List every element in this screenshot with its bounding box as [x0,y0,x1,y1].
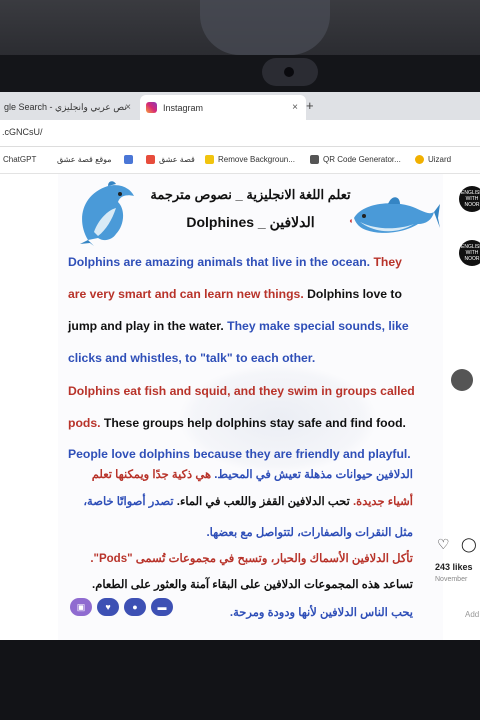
webcam [262,58,318,86]
background-person [200,0,330,55]
tab-google-search[interactable]: gle Search - نص عربي وانجليزي × [0,95,139,120]
arabic-line-4: تأكل الدلافين الأسماك والحبار، وتسبح في … [90,553,413,565]
arabic-line-2: أشياء جديدة. تحب الدلافين القفز واللعب ف… [83,496,413,508]
english-line-7: People love dolphins because they are fr… [68,447,411,461]
heart-icon[interactable]: ♥ [97,598,119,616]
profile-avatar[interactable]: ENGLISH WITH NOOR [459,186,480,212]
bookmark-story-site[interactable]: موقع قصة عشق [57,155,112,164]
dolphin-left-illustration [80,181,134,246]
bookmark-uizard[interactable]: Uizard [415,155,451,164]
comment-icon[interactable]: ▬ [151,598,173,616]
monitor-bezel [0,55,480,95]
bookmark-chatgpt[interactable]: ChatGPT [3,155,36,164]
url-text: .cGNCsU/ [2,127,43,137]
uizard-icon [415,155,424,164]
like-icon[interactable]: ♡ [437,536,450,553]
tab-instagram[interactable]: Instagram × [140,95,306,120]
english-line-4: clicks and whistles, to "talk" to each o… [68,351,316,365]
monitor-bottom-bezel [0,640,480,720]
dolphin-right-illustration [349,197,440,233]
browser-window: gle Search - نص عربي وانجليزي × Instagra… [0,92,480,640]
left-margin [0,174,58,640]
tab-bar: gle Search - نص عربي وانجليزي × Instagra… [0,92,480,120]
bookmark-remove-background[interactable]: Remove Backgroun... [205,155,295,164]
english-line-3: jump and play in the water. They make sp… [68,319,409,333]
english-line-5: Dolphins eat fish and squid, and they sw… [68,384,415,398]
post-image[interactable]: تعلم اللغة الانجليزية _ نصوص مترجمة Dolp… [58,174,443,640]
bookmark-story[interactable]: قصة عشق [146,155,195,164]
arabic-line-1: الدلافين حيوانات مذهلة تعيش في المحيط. ه… [91,469,413,481]
translate-icon [124,155,133,164]
bookmark-icon [205,155,214,164]
tab-label: Instagram [163,102,204,113]
comment-bubble-icon[interactable]: ◯ [461,536,477,553]
background-room [0,0,480,60]
english-line-1: Dolphins are amazing animals that live i… [68,255,402,269]
user-icon[interactable]: ● [124,598,146,616]
likes-count: 243 likes [435,562,473,572]
arabic-line-3: مثل النقرات والصفارات، لتتواصل مع بعضها. [206,527,413,539]
qr-icon [310,155,319,164]
bookmarks-bar: ChatGPT موقع قصة عشق قصة عشق Remove Back… [0,147,480,174]
comment-avatar[interactable]: ENGLISH WITH NOOR [459,240,480,266]
user-avatar[interactable] [451,369,473,391]
tab-label: gle Search - نص عربي وانجليزي [4,102,127,112]
address-bar[interactable]: .cGNCsU/ [0,120,480,147]
right-sidebar: ENGLISH WITH NOOR ENGLISH WITH NOOR ♡ ◯ … [435,174,480,640]
post-action-icons: ▣ ♥ ● ▬ [70,598,173,616]
bookmark-translate[interactable] [124,155,137,164]
bookmark-qr-code[interactable]: QR Code Generator... [310,155,401,164]
close-icon[interactable]: × [125,102,131,113]
add-comment-input[interactable]: Add [465,610,479,619]
reel-icon[interactable]: ▣ [70,598,92,616]
new-tab-button[interactable]: + [306,98,314,113]
instagram-page: تعلم اللغة الانجليزية _ نصوص مترجمة Dolp… [0,174,480,640]
english-line-2: are very smart and can learn new things.… [68,287,402,301]
english-line-6: pods. These groups help dolphins stay sa… [68,416,406,430]
instagram-icon [146,102,157,113]
arabic-line-5: تساعد هذه المجموعات الدلافين على البقاء … [92,579,413,591]
bookmark-icon [146,155,155,164]
close-icon[interactable]: × [292,102,298,113]
post-date: November [435,576,468,583]
